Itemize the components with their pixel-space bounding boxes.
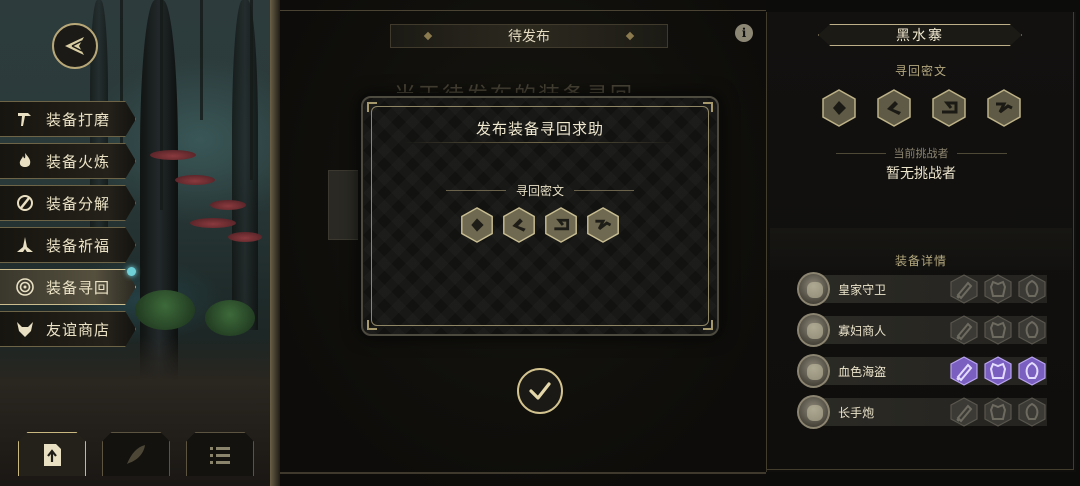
cipher-glyph-4-icon[interactable] [584,206,622,244]
tab-list[interactable] [186,432,254,476]
menu-item-disassemble[interactable]: 装备分解 [0,185,136,221]
fox-icon [10,314,40,344]
cipher-label-row: 寻回密文 [363,182,717,199]
cipher-glyph-row [363,206,717,244]
location-banner: 黑水寨 [818,24,1022,46]
menu-item-pray[interactable]: 装备祈福 [0,227,136,263]
cipher-glyph-2-icon[interactable] [500,206,538,244]
menu-item-retrieve[interactable]: 装备寻回 [0,269,136,305]
hero-row[interactable]: 血色海盗 [797,354,1047,388]
disassemble-icon [10,188,40,218]
pray-icon [10,230,40,260]
trinket-slot-icon[interactable] [1017,397,1047,427]
menu-item-label: 友谊商店 [46,320,111,339]
challenger-label: 当前挑战者 [893,147,949,160]
corner-ornament [703,320,713,330]
corner-ornament [703,102,713,112]
hero-avatar [797,272,831,306]
hero-name: 血色海盗 [838,364,887,379]
confirm-button[interactable] [517,368,563,414]
divider [445,190,506,191]
divider [835,152,886,154]
equipment-slots [949,356,1047,386]
armor-slot-icon[interactable] [983,315,1013,345]
divider [280,472,766,474]
scene-divider [270,0,280,486]
diamond-ornament-icon [625,31,635,41]
menu-item-label: 装备寻回 [46,278,111,297]
info-icon[interactable]: i [735,24,753,42]
upload-icon [44,443,61,466]
hero-row[interactable]: 长手炮 [797,395,1047,429]
trinket-slot-icon[interactable] [1017,315,1047,345]
side-menu: 装备打磨 装备火炼 装备分解 装备祈福 装备寻回 友谊商店 [0,101,140,353]
cipher-glyph-4-icon [984,88,1024,128]
flame-icon [10,146,40,176]
menu-item-polish[interactable]: 装备打磨 [0,101,136,137]
weapon-slot-icon[interactable] [949,315,979,345]
hero-avatar [797,354,831,388]
hero-name: 长手炮 [838,405,875,420]
hero-row[interactable]: 寡妇商人 [797,313,1047,347]
hammer-icon [10,104,40,134]
weapon-slot-icon[interactable] [949,356,979,386]
hero-avatar [797,395,831,429]
corner-ornament [367,320,377,330]
hero-name: 寡妇商人 [838,323,887,338]
menu-item-label: 装备火炼 [46,152,111,171]
tab-label: 待发布 [508,29,550,45]
divider [280,10,766,11]
menu-item-label: 装备祈福 [46,236,111,255]
divider [403,142,677,143]
menu-item-label: 装备分解 [46,194,111,213]
checkmark-icon [529,382,551,400]
divider [574,190,634,191]
equipment-slots [949,315,1047,345]
new-indicator-dot [127,267,136,276]
list-icon [210,446,230,464]
armor-slot-icon[interactable] [983,397,1013,427]
dialog-title: 发布装备寻回求助 [475,120,604,138]
cipher-glyph-1-icon[interactable] [458,206,496,244]
cipher-glyph-3-icon [929,88,969,128]
back-button[interactable] [52,23,98,69]
weapon-slot-icon[interactable] [949,397,979,427]
menu-item-shop[interactable]: 友谊商店 [0,311,136,347]
tab-feather[interactable] [102,432,170,476]
trinket-slot-icon[interactable] [1017,274,1047,304]
hero-row[interactable]: 皇家守卫 [797,272,1047,306]
armor-slot-icon[interactable] [983,356,1013,386]
trinket-slot-icon[interactable] [1017,356,1047,386]
cipher-label: 寻回密文 [515,184,564,198]
tab-publish[interactable] [18,432,86,476]
corner-ornament [367,102,377,112]
cipher-section-title: 寻回密文 [894,64,947,78]
armor-slot-icon[interactable] [983,274,1013,304]
details-section-title: 装备详情 [894,254,947,268]
right-cipher-glyph-row [819,88,1024,128]
cipher-glyph-2-icon [874,88,914,128]
hero-avatar [797,313,831,347]
bottom-tab-bar [18,432,254,476]
equipment-slots [949,397,1047,427]
hero-equipment-list: 皇家守卫寡妇商人血色海盗长手炮 [797,272,1047,436]
menu-item-label: 装备打磨 [46,110,111,129]
challenger-label-row: 当前挑战者 [766,145,1076,161]
challenger-value: 暂无挑战者 [886,166,956,182]
menu-item-forge[interactable]: 装备火炼 [0,143,136,179]
diamond-ornament-icon [423,31,433,41]
cipher-glyph-3-icon[interactable] [542,206,580,244]
publish-dialog: 发布装备寻回求助 寻回密文 [361,96,719,336]
target-icon [10,272,40,302]
hero-name: 皇家守卫 [838,282,887,297]
divider [956,152,1007,154]
tab-pending[interactable]: 待发布 [390,24,668,48]
feather-icon [127,444,145,464]
weapon-slot-icon[interactable] [949,274,979,304]
back-arrow-icon [65,37,84,55]
equipment-slots [949,274,1047,304]
cipher-glyph-1-icon [819,88,859,128]
